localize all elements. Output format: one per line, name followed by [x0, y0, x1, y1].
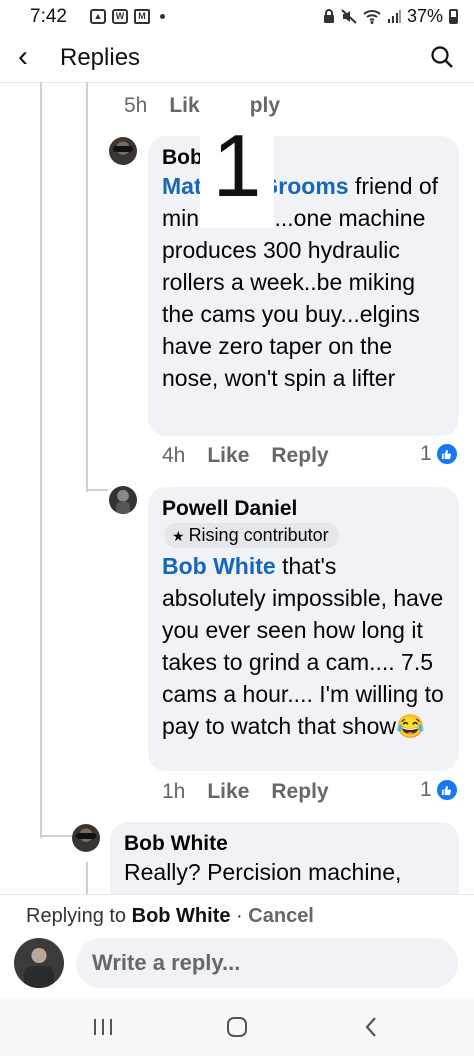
thread-connector [86, 489, 108, 491]
comment-bubble: Bob White Really? Percision machine, [110, 822, 459, 894]
thread-line [86, 862, 88, 894]
comment-actions: 1h Like Reply [162, 780, 329, 804]
comment-actions: 5h Lik ply [124, 94, 280, 118]
wifi-icon [363, 10, 381, 24]
comment-time: 5h [124, 94, 148, 117]
comment-bubble: Bob White Matthew Grooms friend of mine … [148, 136, 459, 436]
signal-icon [387, 10, 401, 23]
cancel-button[interactable]: Cancel [248, 905, 314, 927]
comment-author[interactable]: Bob White [124, 832, 445, 856]
reply-input[interactable] [76, 938, 458, 988]
reply-composer: Replying to Bob White · Cancel [0, 894, 474, 999]
mention-link[interactable]: Bob White [162, 553, 276, 579]
avatar[interactable] [109, 137, 137, 165]
chevron-left-icon[interactable]: ‹ [18, 42, 28, 72]
comment-text: Bob White that's absolutely impossible, … [162, 550, 445, 742]
reply-link[interactable]: Reply [271, 780, 328, 804]
replying-name: Bob White [131, 905, 231, 927]
thread-line [40, 82, 42, 838]
system-icons: 37% [323, 6, 458, 27]
reaction-count[interactable]: 1 [420, 442, 459, 466]
gallery-icon: ▲ [90, 9, 106, 24]
like-link[interactable]: Lik [169, 94, 199, 118]
thread-connector [40, 835, 72, 837]
comment-bubble: Powell Daniel ★ Rising contributor Bob Wh… [148, 487, 459, 771]
battery-icon [449, 9, 458, 24]
lock-icon [323, 9, 334, 23]
my-avatar [14, 938, 64, 988]
page-title: Replies [60, 44, 141, 71]
replying-to-label: Replying to Bob White · Cancel [26, 905, 314, 928]
comment-body: that's absolutely impossible, have you e… [162, 553, 444, 739]
reaction-count[interactable]: 1 [420, 778, 459, 802]
reaction-number: 1 [420, 778, 432, 801]
app-header: ‹ Replies [0, 34, 474, 83]
search-icon[interactable] [430, 45, 454, 69]
like-link[interactable]: Like [207, 780, 249, 804]
comment-time: 4h [162, 444, 186, 467]
thread-line [86, 82, 88, 492]
laughing-emoji-icon: 😂 [395, 713, 425, 739]
comment-time: 1h [162, 780, 186, 803]
w-app-icon: W [112, 9, 128, 24]
replying-prefix: Replying to [26, 905, 132, 927]
avatar[interactable] [72, 824, 100, 852]
notification-icons: ▲ W M [90, 9, 165, 24]
thumbs-up-icon [434, 778, 459, 802]
mute-icon [341, 9, 357, 24]
gmail-icon: M [134, 9, 150, 24]
reply-link[interactable]: ply [250, 94, 280, 118]
comment-text: Really? Percision machine, [124, 859, 402, 885]
comment-author[interactable]: Powell Daniel [162, 497, 445, 521]
like-link[interactable]: Like [207, 444, 249, 468]
battery-percent: 37% [406, 6, 443, 26]
contributor-badge[interactable]: ★ Rising contributor [164, 523, 339, 548]
dot-icon [160, 14, 165, 19]
reaction-number: 1 [420, 442, 432, 465]
status-time: 7:42 [30, 6, 67, 27]
home-icon[interactable] [222, 1013, 252, 1041]
separator: · [230, 905, 249, 927]
overlay-number: 1 [200, 118, 274, 228]
back-icon[interactable] [356, 1013, 386, 1041]
star-icon: ★ [172, 528, 185, 544]
status-bar: 7:42 ▲ W M 37% [0, 0, 474, 34]
comment-actions: 4h Like Reply [162, 444, 329, 468]
system-nav-bar [0, 998, 474, 1056]
badge-label: Rising contributor [188, 525, 329, 545]
avatar[interactable] [109, 486, 137, 514]
comment-thread: 5h Lik ply Bob White Matthew Grooms frie… [0, 82, 474, 894]
thumbs-up-icon [434, 442, 459, 466]
recents-icon[interactable] [88, 1013, 118, 1041]
reply-link[interactable]: Reply [271, 444, 328, 468]
